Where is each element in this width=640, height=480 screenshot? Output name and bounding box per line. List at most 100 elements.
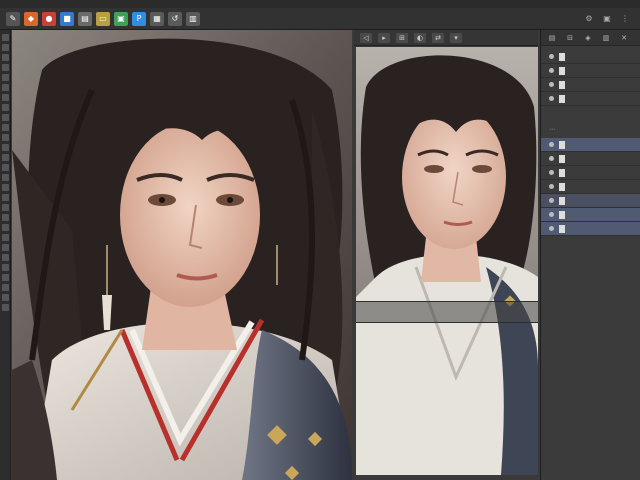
blue-app-icon[interactable]: ■: [60, 11, 74, 26]
window-icon[interactable]: ▣: [602, 14, 612, 24]
panel-tab-icon[interactable]: ✕: [619, 34, 629, 42]
main-canvas[interactable]: [12, 30, 352, 480]
visibility-eye-icon[interactable]: [549, 198, 554, 203]
layer-thumbnail: [559, 66, 565, 75]
tool-icon[interactable]: [1, 254, 9, 261]
reference-canvas[interactable]: [356, 47, 538, 475]
more-icon[interactable]: ⋮: [620, 14, 630, 24]
layer-row[interactable]: [541, 92, 640, 106]
reference-panel-toolbar: ◁ ▸ ⊞ ◐ ⇄ ▾: [354, 30, 538, 46]
visibility-eye-icon[interactable]: [549, 54, 554, 59]
portrait-artwork-small: [356, 47, 538, 475]
layer-thumbnail: [559, 154, 565, 163]
tool-icon[interactable]: [1, 74, 9, 81]
settings-icon[interactable]: ⚙: [584, 14, 594, 24]
folder-app-icon[interactable]: ▭: [96, 11, 110, 26]
tool-icon[interactable]: [1, 144, 9, 151]
visibility-eye-icon[interactable]: [549, 68, 554, 73]
panel-tab-icon[interactable]: ⊟: [565, 34, 575, 42]
tool-icon[interactable]: [1, 234, 9, 241]
red-app-icon[interactable]: ●: [42, 11, 56, 26]
layers-panel-tabs: ▤ ⊟ ◈ ▥ ✕: [541, 30, 640, 46]
panel-tab-icon[interactable]: ▤: [547, 34, 557, 42]
layer-thumbnail: [559, 196, 565, 205]
layer-thumbnail: [559, 168, 565, 177]
tool-icon[interactable]: [1, 224, 9, 231]
visibility-eye-icon[interactable]: [549, 142, 554, 147]
orange-app-icon[interactable]: ◆: [24, 11, 38, 26]
layer-thumbnail: [559, 224, 565, 233]
tool-icon[interactable]: [1, 264, 9, 271]
green-app-icon[interactable]: ▣: [114, 11, 128, 26]
tool-icon[interactable]: [1, 164, 9, 171]
tool-icon[interactable]: [1, 114, 9, 121]
tool-icon[interactable]: [1, 304, 9, 311]
layer-row[interactable]: [541, 166, 640, 180]
window-app-icon[interactable]: ▤: [78, 11, 92, 26]
layer-thumbnail: [559, 140, 565, 149]
layer-row[interactable]: [541, 152, 640, 166]
tool-icon[interactable]: [1, 174, 9, 181]
reference-tool-button[interactable]: ◁: [360, 32, 372, 43]
layer-row[interactable]: [541, 64, 640, 78]
tool-icon[interactable]: [1, 104, 9, 111]
visibility-eye-icon[interactable]: [549, 212, 554, 217]
app-toolbar: ✎ ◆ ● ■ ▤ ▭ ▣ P ▦ ↺ ▥ ⚙ ▣ ⋮: [0, 8, 640, 30]
tool-icon[interactable]: [1, 124, 9, 131]
layer-row[interactable]: [541, 222, 640, 236]
tool-icon[interactable]: [1, 294, 9, 301]
layer-row[interactable]: [541, 208, 640, 222]
reference-tool-button[interactable]: ⇄: [432, 32, 444, 43]
app-toolbar-right: ⚙ ▣ ⋮: [584, 14, 630, 24]
tool-icon[interactable]: [1, 184, 9, 191]
undo-app-icon[interactable]: ↺: [168, 11, 182, 26]
tool-icon[interactable]: [1, 214, 9, 221]
visibility-eye-icon[interactable]: [549, 156, 554, 161]
grid-app-icon[interactable]: ▦: [150, 11, 164, 26]
layer-row[interactable]: [541, 194, 640, 208]
reference-tool-button[interactable]: ▾: [450, 32, 462, 43]
tool-strip: [0, 30, 11, 480]
visibility-eye-icon[interactable]: [549, 184, 554, 189]
tool-icon[interactable]: [1, 154, 9, 161]
reference-tool-button[interactable]: ◐: [414, 32, 426, 43]
layer-row[interactable]: [541, 50, 640, 64]
layers-panel: ▤ ⊟ ◈ ▥ ✕ ⋯: [540, 30, 640, 480]
layer-thumbnail: [559, 94, 565, 103]
layer-row[interactable]: [541, 138, 640, 152]
panel-tab-icon[interactable]: ◈: [583, 34, 593, 42]
layer-thumbnail: [559, 182, 565, 191]
photoshop-app-icon[interactable]: P: [132, 11, 146, 26]
reference-tool-button[interactable]: ▸: [378, 32, 390, 43]
layer-app-icon[interactable]: ▥: [186, 11, 200, 26]
layer-group-toggle[interactable]: ⋯: [541, 124, 640, 134]
tool-icon[interactable]: [1, 34, 9, 41]
visibility-eye-icon[interactable]: [549, 82, 554, 87]
layer-list-bottom: [541, 138, 640, 236]
tool-icon[interactable]: [1, 54, 9, 61]
layer-thumbnail: [559, 80, 565, 89]
tool-icon[interactable]: [1, 44, 9, 51]
layer-list-top: [541, 50, 640, 106]
layer-row[interactable]: [541, 180, 640, 194]
tool-icon[interactable]: [1, 84, 9, 91]
portrait-artwork-large: [12, 30, 352, 480]
tool-icon[interactable]: [1, 274, 9, 281]
navigator-viewport-box[interactable]: [356, 301, 538, 323]
tool-icon[interactable]: [1, 94, 9, 101]
visibility-eye-icon[interactable]: [549, 96, 554, 101]
visibility-eye-icon[interactable]: [549, 170, 554, 175]
tool-icon[interactable]: [1, 194, 9, 201]
panel-tab-icon[interactable]: ▥: [601, 34, 611, 42]
brush-app-icon[interactable]: ✎: [6, 11, 20, 26]
tool-icon[interactable]: [1, 64, 9, 71]
tool-icon[interactable]: [1, 284, 9, 291]
tool-icon[interactable]: [1, 244, 9, 251]
reference-tool-button[interactable]: ⊞: [396, 32, 408, 43]
tool-icon[interactable]: [1, 134, 9, 141]
menu-bar: [0, 0, 640, 8]
tool-icon[interactable]: [1, 204, 9, 211]
layer-row[interactable]: [541, 78, 640, 92]
layer-thumbnail: [559, 210, 565, 219]
visibility-eye-icon[interactable]: [549, 226, 554, 231]
